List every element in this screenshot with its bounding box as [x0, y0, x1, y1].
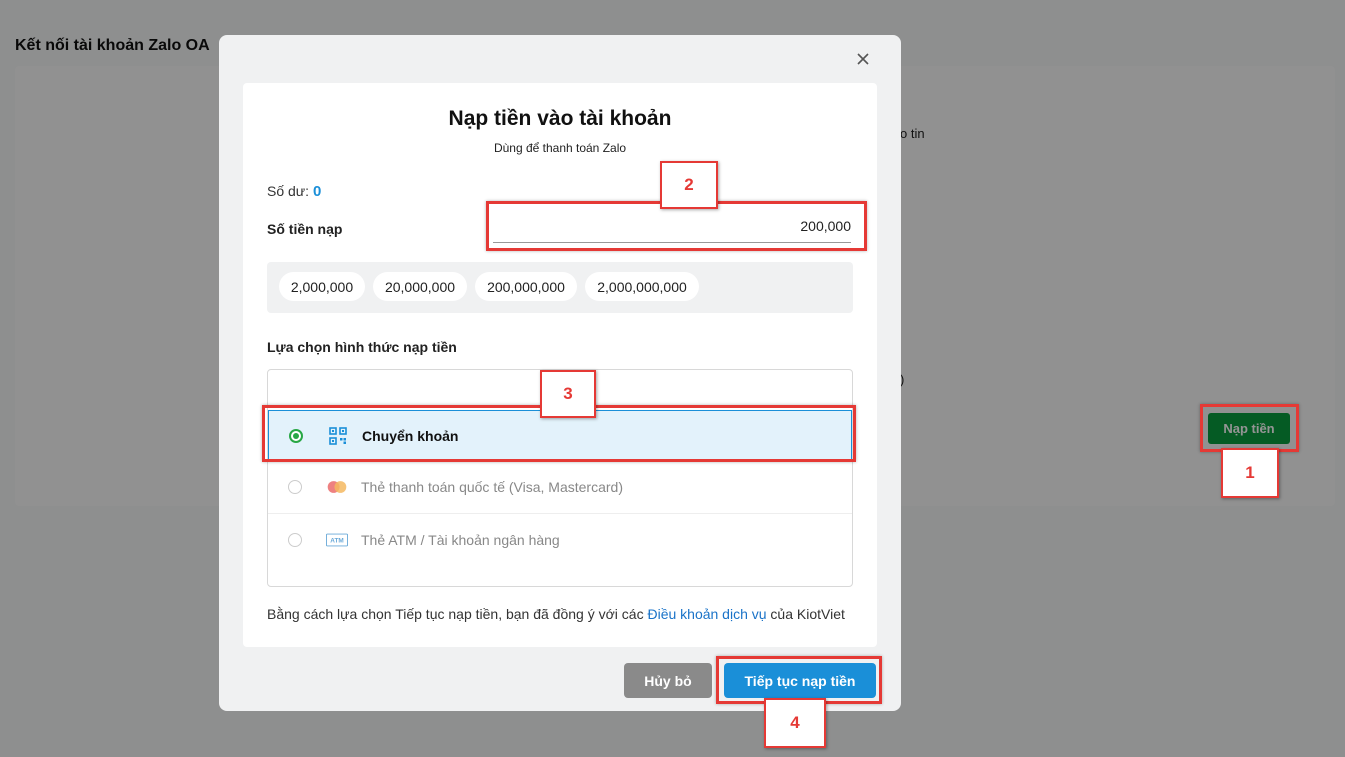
highlight-topup-button [1200, 404, 1299, 452]
step-badge-4: 4 [764, 698, 826, 748]
highlight-continue-button [716, 656, 882, 704]
dialog-subtitle: Dùng để thanh toán Zalo [493, 141, 627, 155]
terms-suffix: của KiotViet [766, 606, 845, 622]
payment-method-label: Thẻ ATM / Tài khoản ngân hàng [361, 531, 560, 548]
step-badge-2: 2 [660, 161, 718, 209]
topup-form-card: Nạp tiền vào tài khoản Dùng để thanh toá… [243, 83, 877, 647]
preset-amounts: 2,000,000 20,000,000 200,000,000 2,000,0… [267, 262, 853, 313]
payment-method-label: Lựa chọn hình thức nạp tiền [267, 339, 457, 355]
step-badge-3: 3 [540, 370, 596, 418]
balance: Số dư: 0 [267, 183, 321, 200]
radio-unselected[interactable] [288, 479, 302, 494]
payment-method-atm[interactable]: ATM Thẻ ATM / Tài khoản ngân hàng [268, 513, 852, 565]
atm-icon-text: ATM [330, 537, 343, 544]
terms-link[interactable]: Điều khoản dịch vụ [647, 606, 766, 622]
preset-chip[interactable]: 2,000,000 [279, 272, 365, 301]
step-badge-1: 1 [1221, 448, 1279, 498]
terms-prefix: Bằng cách lựa chọn Tiếp tục nạp tiền, bạ… [267, 606, 648, 622]
mastercard-icon [326, 478, 348, 496]
balance-label: Số dư: [267, 183, 310, 199]
preset-chip[interactable]: 20,000,000 [373, 272, 467, 301]
atm-card-icon: ATM [326, 531, 348, 549]
cancel-button[interactable]: Hủy bỏ [624, 663, 712, 698]
amount-label: Số tiền nạp [267, 221, 343, 237]
balance-value: 0 [312, 183, 322, 200]
close-icon[interactable] [853, 49, 873, 69]
preset-chip[interactable]: 200,000,000 [475, 272, 577, 301]
payment-method-label: Thẻ thanh toán quốc tế (Visa, Mastercard… [361, 478, 623, 495]
payment-method-card[interactable]: Thẻ thanh toán quốc tế (Visa, Mastercard… [268, 461, 852, 512]
terms-text: Bằng cách lựa chọn Tiếp tục nạp tiền, bạ… [267, 606, 845, 622]
preset-chip[interactable]: 2,000,000,000 [585, 272, 699, 301]
radio-unselected[interactable] [288, 532, 302, 547]
dialog-title: Nạp tiền vào tài khoản [448, 107, 672, 130]
